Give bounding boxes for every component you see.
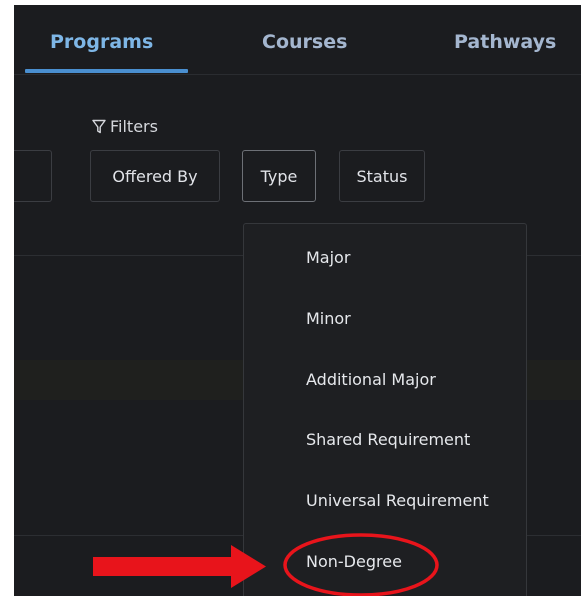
red-arrow-icon bbox=[93, 545, 266, 588]
highlight-ellipse-icon bbox=[283, 533, 439, 596]
annotation-overlay bbox=[93, 533, 439, 596]
